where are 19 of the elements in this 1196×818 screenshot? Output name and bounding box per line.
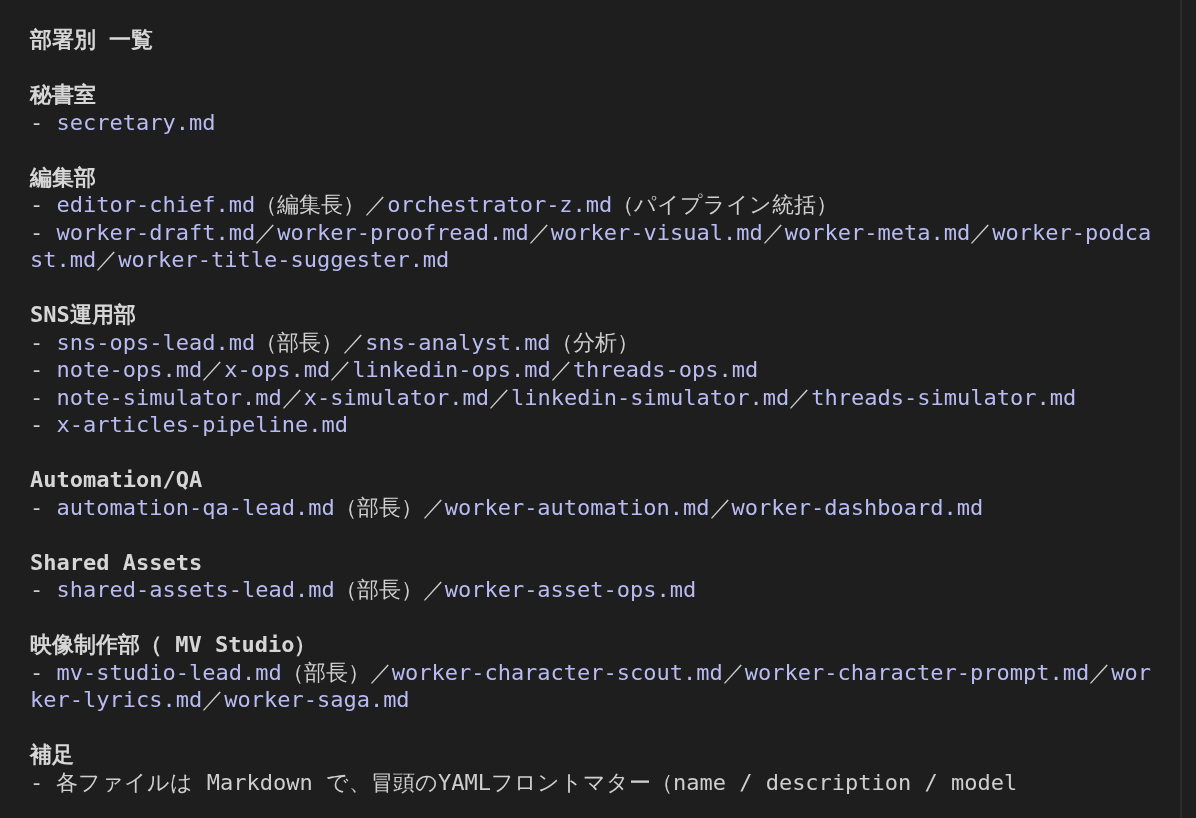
- list-line: - sns-ops-lead.md（部長）／sns-analyst.md（分析）: [30, 328, 640, 356]
- list-line: - worker-draft.md／worker-proofread.md／worker-visual.md／worker-meta.md／worker-podcast.md／worker-title-suggester.md: [30, 218, 1153, 274]
- list-line: - mv-studio-lead.md（部長）／worker-character-scout.md／worker-character-prompt.md／worker-lyrics.md／worker-saga.md: [30, 658, 1152, 714]
- section-heading: 編集部: [30, 163, 97, 191]
- section-heading: Automation/QA: [30, 466, 204, 494]
- document-title: 部署別 一覧: [30, 26, 155, 54]
- list-line: - 各ファイルは Markdown で、冒頭のYAMLフロントマター（name / description / model: [30, 768, 1019, 796]
- list-line: - automation-qa-lead.md（部長）／worker-automation.md／worker-dashboard.md: [30, 493, 985, 521]
- section-heading: Shared Assets: [30, 548, 204, 576]
- list-line: - note-ops.md／x-ops.md／linkedin-ops.md／threads-ops.md: [30, 356, 760, 384]
- list-line: - shared-assets-lead.md（部長）／worker-asset-ops.md: [30, 576, 698, 604]
- section-heading: SNS運用部: [30, 301, 137, 329]
- section-heading: 映像制作部（ MV Studio）: [30, 631, 318, 659]
- list-line: - editor-chief.md（編集長）／orchestrator-z.md（パイプライン統括）: [30, 191, 840, 219]
- list-line: - x-articles-pipeline.md: [30, 411, 349, 439]
- section-heading: 秘書室: [30, 81, 97, 109]
- section-heading: 補足: [30, 741, 75, 769]
- list-line: - secretary.md: [30, 108, 217, 136]
- list-line: - note-simulator.md／x-simulator.md／linkedin-simulator.md／threads-simulator.md: [30, 383, 1078, 411]
